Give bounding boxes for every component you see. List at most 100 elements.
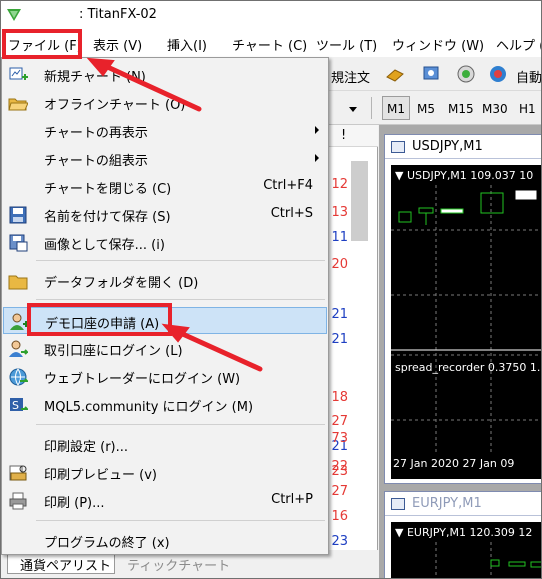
- list-scrollbar[interactable]: [351, 161, 368, 241]
- list-value: 13: [331, 205, 348, 220]
- signal-icon[interactable]: [456, 64, 476, 84]
- menu-item-label: チャートの再表示: [44, 126, 148, 141]
- dropdown-arrow-icon[interactable]: [349, 107, 357, 112]
- price-chart-graphic: [391, 185, 541, 455]
- menu-item-label: 印刷 (P)...: [44, 496, 105, 511]
- menu-view[interactable]: 表示 (V): [93, 35, 142, 54]
- list-value: 23: [331, 534, 348, 549]
- menu-item-13[interactable]: 印刷設定 (r)...: [3, 431, 327, 458]
- list-value: 27: [331, 414, 348, 429]
- list-header-mark: !: [341, 128, 347, 143]
- menu-item-label: チャートの組表示: [44, 154, 148, 169]
- chart-window-eurjpy[interactable]: EURJPY,M1 ▼ EURJPY,M1 120.309 12: [384, 491, 541, 578]
- navigator-icon[interactable]: [421, 64, 441, 84]
- menu-separator: [36, 520, 325, 521]
- indicator-label: spread_recorder 0.3750 1.: [395, 361, 541, 374]
- menu-item-7[interactable]: 画像として保存... (i): [3, 229, 327, 256]
- svg-text:S: S: [12, 399, 19, 412]
- menu-item-4[interactable]: チャートの組表示: [3, 145, 327, 172]
- save-icon: [9, 206, 27, 224]
- list-value: 20: [331, 257, 348, 272]
- chart-caption-label: USDJPY,M1: [412, 139, 483, 154]
- chart-window-usdjpy[interactable]: USDJPY,M1 ▼ USDJPY,M1 109.037 10 spread_…: [384, 134, 541, 484]
- timeframe-h1[interactable]: H1: [519, 102, 536, 116]
- toolbar-divider: [371, 97, 372, 119]
- menu-item-3[interactable]: チャートの再表示: [3, 117, 327, 144]
- chart-caption: EURJPY,M1: [385, 492, 541, 516]
- menu-item-shortcut: Ctrl+F4: [263, 178, 313, 193]
- timeframe-m5[interactable]: M5: [417, 102, 435, 116]
- chart-window-icon: [391, 141, 405, 153]
- mql5-icon: S: [10, 398, 28, 412]
- list-value: 11: [331, 230, 348, 245]
- menu-tools[interactable]: ツール (T): [316, 35, 377, 54]
- menu-item-15[interactable]: 印刷 (P)... Ctrl+P: [3, 487, 327, 514]
- menu-item-5[interactable]: チャートを閉じる (C) Ctrl+F4: [3, 173, 327, 200]
- app-logo-icon: [7, 9, 21, 21]
- webtrader-icon: [9, 368, 28, 386]
- auto-trading-button[interactable]: 自動: [516, 67, 541, 86]
- list-value: 27: [331, 484, 348, 499]
- menu-item-8[interactable]: データフォルダを開く (D): [3, 267, 327, 294]
- list-value: 73: [331, 431, 348, 446]
- menu-item-label: 取引口座にログイン (L): [44, 344, 183, 359]
- save-image-icon: [9, 234, 28, 252]
- menu-item-14[interactable]: 印刷プレビュー (v): [3, 459, 327, 486]
- new-chart-icon: [9, 67, 28, 80]
- menu-item-16[interactable]: プログラムの終了 (x): [3, 527, 327, 554]
- timeframe-m15[interactable]: M15: [448, 102, 474, 116]
- list-value: 21: [331, 307, 348, 322]
- menu-chart[interactable]: チャート (C): [232, 35, 307, 54]
- menu-item-11[interactable]: ウェブトレーダーにログイン (W): [3, 363, 327, 390]
- print-preview-icon: [9, 465, 27, 481]
- chart-canvas-eurjpy[interactable]: ▼ EURJPY,M1 120.309 12: [391, 522, 541, 578]
- mt4-window: : TitanFX-02 ファイル (F) 表示 (V) 挿入(I) チャート …: [0, 0, 542, 579]
- menu-item-12[interactable]: S MQL5.community にログイン (M): [3, 391, 327, 418]
- menu-item-label: MQL5.community にログイン (M): [44, 400, 254, 415]
- menu-item-shortcut: Ctrl+P: [271, 492, 313, 507]
- menu-window[interactable]: ウィンドウ (W): [392, 35, 484, 54]
- menu-help[interactable]: ヘルプ (: [496, 35, 541, 54]
- menu-item-label: ウェブトレーダーにログイン (W): [44, 372, 241, 387]
- tab-tick-chart[interactable]: ティックチャート: [127, 555, 230, 574]
- menu-item-label: オフラインチャート (O): [44, 98, 186, 113]
- menu-item-label: 印刷設定 (r)...: [44, 440, 129, 455]
- menu-item-1[interactable]: 新規チャート (N): [3, 61, 327, 88]
- new-order-button[interactable]: 規注文: [331, 67, 370, 86]
- menu-separator: [36, 424, 325, 425]
- menu-item-2[interactable]: オフラインチャート (O): [3, 89, 327, 116]
- menu-bar: ファイル (F) 表示 (V) 挿入(I) チャート (C) ツール (T) ウ…: [1, 31, 541, 57]
- menu-item-10[interactable]: 取引口座にログイン (L): [3, 335, 327, 362]
- menu-insert[interactable]: 挿入(I): [167, 35, 207, 54]
- list-value: 12: [331, 177, 348, 192]
- submenu-arrow-icon: [315, 154, 319, 162]
- list-value: 22: [331, 459, 348, 474]
- highlight-box-file-menu: [2, 29, 82, 59]
- submenu-arrow-icon: [315, 126, 319, 134]
- price-chart-graphic: [435, 542, 541, 578]
- chart-caption: USDJPY,M1: [385, 135, 541, 159]
- highlight-box-demo-account: [27, 303, 172, 336]
- chart-caption-label: EURJPY,M1: [412, 496, 482, 511]
- menu-item-label: データフォルダを開く (D): [44, 276, 199, 291]
- list-value: 18: [331, 390, 348, 405]
- list-value: 21: [331, 332, 348, 347]
- title-bar: : TitanFX-02: [1, 1, 541, 31]
- open-folder-icon: [8, 98, 28, 111]
- chart-canvas-usdjpy[interactable]: ▼ USDJPY,M1 109.037 10 spread_recorder 0…: [391, 165, 541, 479]
- expert-advisor-icon[interactable]: [488, 64, 508, 84]
- menu-separator: [36, 260, 325, 261]
- window-title: : TitanFX-02: [79, 7, 157, 22]
- gold-bar-icon[interactable]: [385, 64, 405, 84]
- menu-separator: [36, 299, 325, 300]
- chart-area: USDJPY,M1 ▼ USDJPY,M1 109.037 10 spread_…: [379, 125, 541, 578]
- timeframe-m1[interactable]: M1: [382, 96, 410, 120]
- chart-dates: 27 Jan 2020 27 Jan 09: [393, 457, 515, 470]
- menu-item-label: 新規チャート (N): [44, 70, 146, 85]
- tab-symbol-list[interactable]: 通貨ペアリスト: [7, 552, 115, 574]
- chart-window-icon: [391, 498, 405, 510]
- menu-item-6[interactable]: 名前を付けて保存 (S) Ctrl+S: [3, 201, 327, 228]
- folder-icon: [8, 275, 28, 290]
- timeframe-m30[interactable]: M30: [482, 102, 508, 116]
- menu-item-shortcut: Ctrl+S: [270, 206, 313, 221]
